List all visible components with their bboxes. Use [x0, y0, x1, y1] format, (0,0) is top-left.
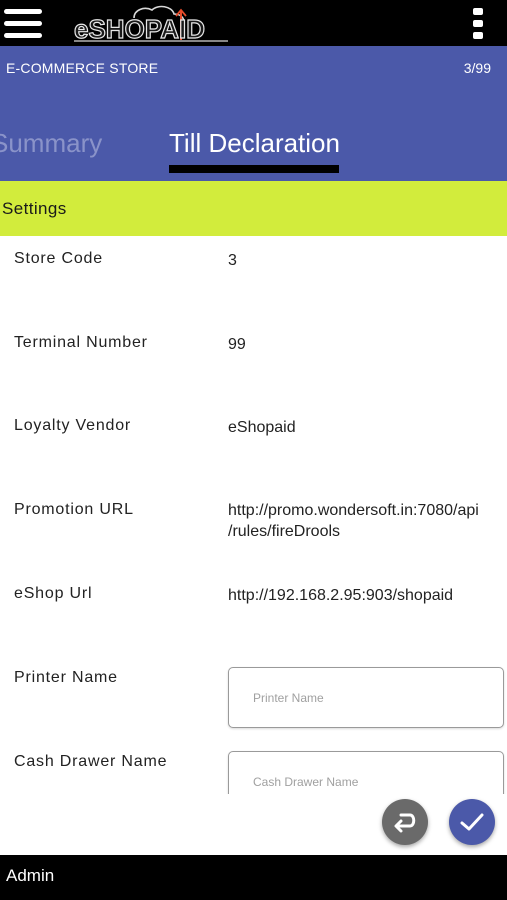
store-counter: 3/99: [463, 60, 491, 76]
settings-section-bar: Settings: [0, 181, 507, 236]
current-user: Admin: [6, 866, 55, 885]
hamburger-menu-icon[interactable]: [4, 9, 42, 39]
active-tab-indicator: [169, 165, 339, 173]
return-arrow-icon: [394, 813, 416, 833]
promotion-url-value-line2: /rules/fireDrools: [228, 523, 341, 540]
loyalty-vendor-value: eShopaid: [228, 419, 296, 436]
footer-bar: Admin: [0, 855, 507, 900]
top-app-bar: eSHOPAID: [0, 0, 507, 46]
printer-name-field[interactable]: [228, 667, 504, 728]
store-title: E-COMMERCE STORE: [6, 60, 159, 76]
store-code-value: 3: [228, 252, 237, 269]
eshop-url-value: http://192.168.2.95:903/shopaid: [228, 587, 454, 604]
back-button[interactable]: [382, 799, 428, 845]
promotion-url-label: Promotion URL: [14, 501, 134, 518]
confirm-button[interactable]: [449, 799, 495, 845]
logo-text: eSHOPAID: [73, 13, 205, 44]
cash-drawer-name-field[interactable]: [228, 751, 504, 794]
settings-list[interactable]: Store Code 3 Terminal Number 99 Loyalty …: [0, 236, 507, 794]
more-vertical-icon[interactable]: [471, 8, 485, 40]
terminal-number-label: Terminal Number: [14, 334, 148, 351]
cash-drawer-name-label: Cash Drawer Name: [14, 753, 168, 770]
terminal-number-value: 99: [228, 336, 246, 353]
eshopaid-logo: eSHOPAID: [72, 4, 232, 45]
promotion-url-value-line1: http://promo.wondersoft.in:7080/api: [228, 502, 479, 519]
tab-summary[interactable]: Summary: [0, 128, 102, 159]
eshop-url-label: eShop Url: [14, 585, 93, 602]
section-title: Settings: [2, 199, 67, 218]
store-header: E-COMMERCE STORE 3/99 Summary Till Decla…: [0, 46, 507, 181]
printer-name-label: Printer Name: [14, 669, 118, 686]
store-code-label: Store Code: [14, 250, 103, 267]
tab-till-declaration[interactable]: Till Declaration: [169, 128, 340, 159]
printer-name-input[interactable]: [253, 691, 493, 705]
loyalty-vendor-label: Loyalty Vendor: [14, 417, 132, 434]
checkmark-icon: [460, 813, 484, 831]
cash-drawer-name-input[interactable]: [253, 775, 493, 789]
